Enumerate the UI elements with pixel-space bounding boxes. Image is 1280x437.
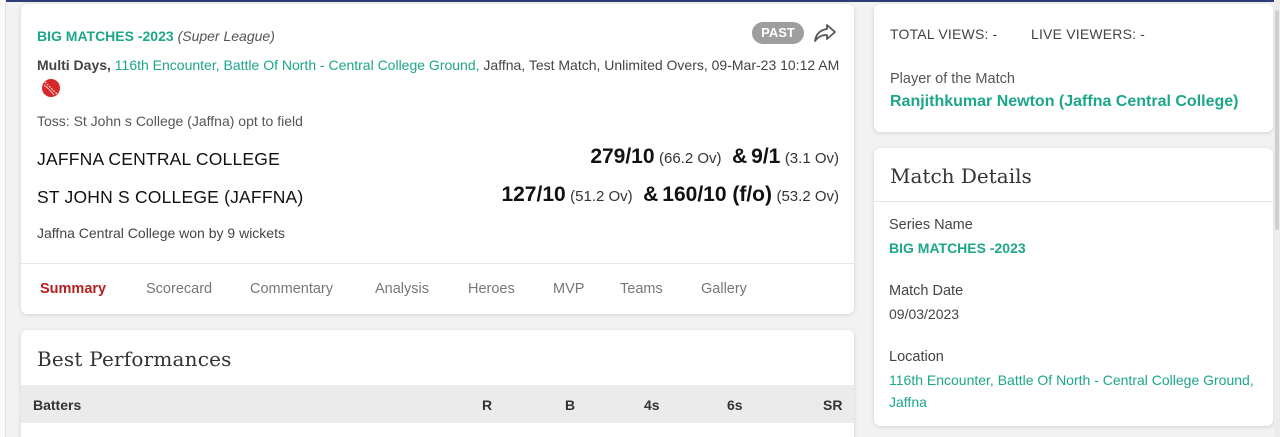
team-name[interactable]: JAFFNA CENTRAL COLLEGE	[37, 149, 280, 170]
series-name-link[interactable]: BIG MATCHES -2023	[37, 28, 174, 44]
match-meta: Multi Days, 116th Encounter, Battle Of N…	[37, 52, 847, 106]
innings1-overs: (51.2 Ov)	[570, 188, 633, 205]
column-header-strike-rate: SR	[823, 397, 843, 413]
column-header-batters: Batters	[33, 397, 82, 413]
match-summary-card: BIG MATCHES -2023 (Super League) PAST Mu…	[21, 4, 854, 314]
column-header-sixes: 6s	[727, 397, 743, 413]
tab-heroes[interactable]: Heroes	[468, 281, 515, 297]
tab-gallery[interactable]: Gallery	[701, 281, 747, 297]
batters-table-header: Batters R B 4s 6s SR	[21, 385, 854, 423]
innings2-overs: (3.1 Ov)	[784, 150, 839, 167]
innings-separator: &	[731, 145, 748, 168]
innings-separator: &	[643, 183, 659, 206]
innings1-overs: (66.2 Ov)	[659, 150, 722, 167]
tab-teams[interactable]: Teams	[620, 281, 663, 297]
tab-summary[interactable]: Summary	[40, 281, 106, 297]
innings1-score: 127/10	[501, 183, 566, 206]
live-viewers-label: LIVE VIEWERS:	[1030, 26, 1137, 42]
cricket-ball-icon	[41, 78, 61, 106]
match-format: Multi Days,	[37, 57, 111, 73]
match-details-text: Jaffna, Test Match, Unlimited Overs, 09-…	[483, 57, 840, 73]
venue-link[interactable]: 116th Encounter, Battle Of North - Centr…	[115, 57, 480, 73]
team-row: ST JOHN S COLLEGE (JAFFNA) 127/10 (51.2 …	[37, 183, 839, 213]
column-header-runs: R	[482, 397, 493, 413]
best-performances-title: Best Performances	[37, 347, 232, 371]
innings2-score: 9/1	[751, 145, 781, 168]
tabs-divider	[21, 263, 854, 264]
best-performances-card: Best Performances Batters R B 4s 6s SR	[21, 330, 854, 437]
series-line: BIG MATCHES -2023 (Super League)	[37, 28, 275, 44]
column-header-balls: B	[565, 397, 576, 413]
toss-info: Toss: St John s College (Jaffna) opt to …	[37, 113, 303, 129]
match-date-value: 09/03/2023	[889, 306, 960, 322]
team-name[interactable]: ST JOHN S COLLEGE (JAFFNA)	[37, 187, 303, 208]
innings2-score: 160/10 (f/o)	[662, 183, 773, 206]
location-label: Location	[889, 349, 944, 365]
tab-scorecard[interactable]: Scorecard	[146, 281, 212, 297]
total-views-label: TOTAL VIEWS:	[890, 26, 989, 42]
match-result: Jaffna Central College won by 9 wickets	[37, 225, 285, 241]
innings2-overs: (53.2 Ov)	[776, 188, 839, 205]
team-row: JAFFNA CENTRAL COLLEGE 279/10 (66.2 Ov) …	[37, 145, 839, 175]
league-name: (Super League)	[177, 28, 275, 44]
match-date-label: Match Date	[889, 283, 964, 299]
total-views-value: -	[992, 26, 998, 42]
tab-mvp[interactable]: MVP	[553, 281, 584, 297]
player-of-match-link[interactable]: Ranjithkumar Newton (Jaffna Central Coll…	[890, 93, 1239, 111]
top-border	[0, 0, 1280, 2]
innings1-score: 279/10	[590, 145, 655, 168]
player-of-match-label: Player of the Match	[890, 71, 1015, 87]
share-icon[interactable]	[812, 20, 838, 46]
details-divider	[874, 201, 1273, 202]
live-viewers-value: -	[1140, 26, 1145, 42]
location-value-link[interactable]: 116th Encounter, Battle Of North - Centr…	[889, 369, 1269, 413]
team-score: 279/10 (66.2 Ov) & 9/1 (3.1 Ov)	[590, 145, 839, 169]
match-details-card: Match Details Series Name BIG MATCHES -2…	[874, 148, 1273, 426]
tab-analysis[interactable]: Analysis	[375, 281, 429, 297]
view-counters: TOTAL VIEWS: - LIVE VIEWERS: -	[890, 26, 1145, 42]
series-name-value-link[interactable]: BIG MATCHES -2023	[889, 240, 1026, 256]
series-name-label: Series Name	[889, 217, 973, 233]
match-status-badge: PAST	[752, 22, 804, 44]
column-header-fours: 4s	[644, 397, 660, 413]
match-details-title: Match Details	[890, 164, 1032, 188]
team-score: 127/10 (51.2 Ov) & 160/10 (f/o) (53.2 Ov)	[501, 183, 839, 207]
scrollbar-thumb[interactable]	[1275, 10, 1279, 230]
tab-commentary[interactable]: Commentary	[250, 281, 333, 297]
left-gutter	[0, 0, 6, 437]
views-card: TOTAL VIEWS: - LIVE VIEWERS: - Player of…	[874, 4, 1273, 132]
